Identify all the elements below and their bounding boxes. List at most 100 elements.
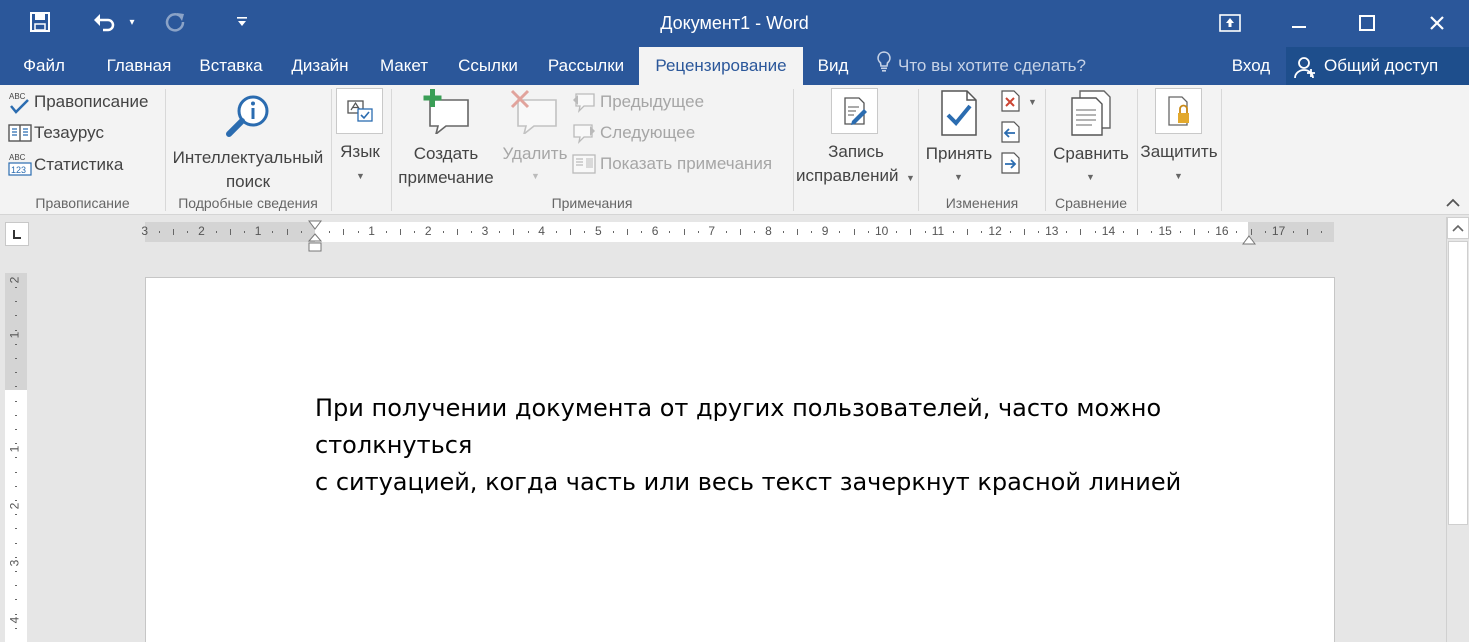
tab-insert[interactable]: Вставка — [188, 47, 274, 85]
new-comment-button[interactable]: Создать примечание — [392, 88, 500, 192]
collapse-ribbon-icon[interactable] — [1446, 195, 1460, 211]
lightbulb-icon — [876, 48, 892, 86]
ruler-mark — [1179, 231, 1181, 233]
ruler-mark — [1250, 229, 1252, 235]
delete-comment-button: Удалить ▼ — [500, 88, 570, 192]
ruler-mark — [414, 231, 416, 233]
word-count-num-label: 123 — [11, 165, 26, 175]
ruler-mark — [584, 231, 586, 233]
ruler-tick-label: 2 — [198, 224, 205, 238]
document-body[interactable]: При получении документа от других пользо… — [315, 390, 1275, 501]
signin-link[interactable]: Вход — [1222, 47, 1280, 85]
previous-change-icon — [1000, 121, 1022, 148]
vertical-ruler-mark — [15, 315, 17, 317]
tab-review[interactable]: Рецензирование — [639, 47, 803, 85]
ruler-mark — [570, 229, 572, 235]
left-indent-marker[interactable] — [307, 233, 323, 258]
spelling-check-icon: ABC — [8, 91, 34, 120]
ruler-tick-label: 17 — [1271, 224, 1286, 238]
tab-layout[interactable]: Макет — [366, 47, 442, 85]
spelling-button[interactable]: ABC Правописание — [6, 91, 162, 117]
smart-lookup-icon — [224, 93, 272, 144]
ruler-mark — [811, 231, 813, 233]
accept-dropdown-icon: ▼ — [954, 172, 963, 182]
language-icon — [336, 88, 383, 134]
horizontal-ruler[interactable]: 3 2 1 1 2 3 4 5 6 7 8 9 10 11 12 13 14 15 16 17 — [141, 220, 1334, 252]
vertical-ruler-mark — [15, 571, 17, 572]
vertical-ruler-mark — [15, 627, 17, 629]
next-comment-button: Следующее — [572, 121, 772, 147]
share-button[interactable]: Общий доступ — [1286, 47, 1469, 85]
vertical-ruler-tick-label: 1 — [7, 445, 22, 453]
ruler-tick-label: 4 — [538, 224, 545, 238]
vertical-ruler[interactable]: 2 1 1 2 3 4 — [5, 273, 27, 642]
reject-change-icon — [1000, 90, 1022, 117]
language-button[interactable]: Язык ▼ — [332, 88, 388, 192]
ruler-mark — [641, 231, 643, 233]
previous-comment-label: Предыдущее — [600, 92, 705, 111]
ruler-mark — [1137, 229, 1139, 235]
document-page[interactable]: При получении документа от других пользо… — [145, 277, 1335, 642]
comments-group-label: Примечания — [551, 195, 633, 211]
vertical-scrollbar[interactable] — [1446, 217, 1469, 642]
scrollbar-thumb[interactable] — [1448, 241, 1468, 525]
reject-button[interactable]: ▼ — [1000, 90, 1040, 114]
show-comments-label: Показать примечания — [600, 154, 773, 173]
compare-button[interactable]: Сравнить ▼ — [1046, 88, 1136, 192]
smart-lookup-button[interactable]: Интеллектуальный поиск — [166, 89, 330, 193]
ribbon-display-options-icon[interactable] — [1207, 6, 1253, 40]
ruler-mark — [173, 229, 175, 235]
vertical-ruler-mark — [15, 343, 17, 345]
vertical-ruler-mark — [15, 329, 17, 331]
tab-design[interactable]: Дизайн — [280, 47, 360, 85]
scroll-up-button[interactable] — [1447, 217, 1469, 239]
tab-view[interactable]: Вид — [806, 47, 860, 85]
show-comments-icon — [572, 153, 596, 180]
ruler-mark — [555, 231, 557, 233]
delete-dropdown-icon: ▼ — [531, 171, 540, 181]
ruler-mark — [513, 229, 515, 235]
accept-change-icon — [939, 90, 979, 141]
tab-file[interactable]: Файл — [0, 47, 88, 85]
tab-selector[interactable] — [5, 222, 29, 246]
ruler-mark — [1037, 231, 1039, 233]
changes-group-label: Изменения — [945, 195, 1019, 211]
tab-home[interactable]: Главная — [96, 47, 182, 85]
right-indent-marker[interactable] — [1242, 233, 1256, 251]
track-changes-label-1: Запись — [828, 142, 884, 161]
vertical-ruler-mark — [15, 414, 17, 416]
ruler-mark — [796, 229, 798, 235]
tell-me-search[interactable]: Что вы хотите сделать? — [876, 47, 1086, 85]
next-change-button[interactable] — [1000, 152, 1024, 176]
vertical-ruler-tick-label: 2 — [7, 276, 22, 284]
ruler-mark — [286, 229, 288, 235]
protect-dropdown-icon: ▼ — [1174, 171, 1183, 181]
vertical-ruler-mark — [15, 358, 17, 359]
ruler-mark — [612, 231, 614, 233]
protect-button[interactable]: Защитить ▼ — [1138, 88, 1220, 192]
ruler-tick-label: 1 — [254, 224, 262, 238]
ruler-mark — [782, 231, 784, 233]
track-changes-button[interactable]: Запись исправлений ▼ — [794, 88, 918, 192]
delete-comment-icon — [508, 88, 558, 139]
ruler-tick-label: 1 — [368, 224, 375, 238]
maximize-button[interactable] — [1344, 6, 1390, 40]
word-count-button[interactable]: ABC 123 Статистика — [6, 151, 162, 179]
ruler-mark — [910, 229, 912, 235]
new-comment-label-2: примечание — [398, 168, 494, 187]
ribbon-tabs: Файл Главная Вставка Дизайн Макет Ссылки… — [0, 47, 1469, 85]
tab-mailings[interactable]: Рассылки — [536, 47, 636, 85]
ruler-tick-label: 15 — [1158, 224, 1172, 238]
ruler-tick-label: 5 — [595, 224, 602, 238]
ruler-mark — [867, 231, 869, 233]
vertical-ruler-mark — [15, 542, 17, 544]
previous-change-button[interactable] — [1000, 121, 1024, 145]
thesaurus-button[interactable]: Тезаурус — [6, 122, 162, 148]
tab-references[interactable]: Ссылки — [448, 47, 528, 85]
close-button[interactable] — [1414, 6, 1460, 40]
ruler-mark — [697, 231, 699, 233]
ruler-mark — [839, 231, 841, 233]
minimize-button[interactable] — [1276, 6, 1322, 40]
accept-button[interactable]: Принять ▼ — [919, 88, 999, 192]
vertical-ruler-mark — [15, 471, 17, 473]
